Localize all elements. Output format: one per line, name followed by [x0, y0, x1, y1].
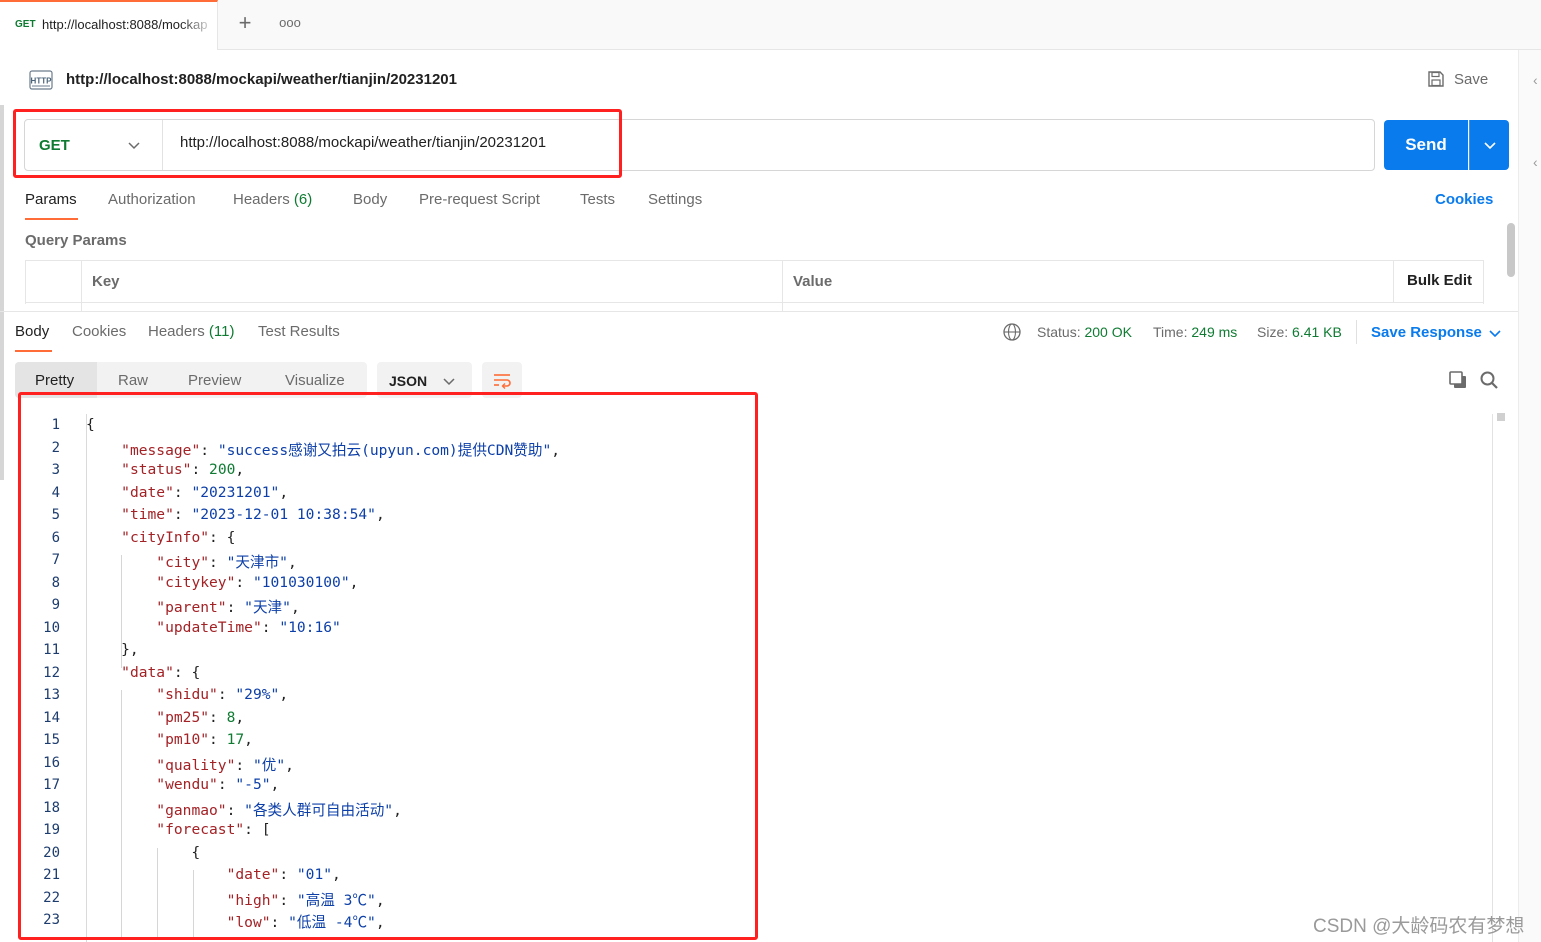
table-divider — [81, 261, 82, 311]
tab-headers-count: (6) — [293, 191, 313, 208]
response-tab-test-results[interactable]: Test Results — [258, 323, 340, 340]
time-label: Time: — [1153, 324, 1188, 340]
response-tab-cookies[interactable]: Cookies — [72, 323, 126, 340]
size-info: Size: 6.41 KB — [1257, 324, 1342, 340]
body-highlight-box — [18, 392, 758, 940]
table-row-divider — [25, 302, 1484, 303]
tab-authorization[interactable]: Authorization — [108, 191, 196, 208]
table-divider — [782, 261, 783, 311]
view-mode-preview[interactable]: Preview — [188, 372, 241, 389]
status-info: Status: 200 OK — [1037, 324, 1132, 340]
response-tab-headers-count: (11) — [208, 323, 235, 340]
left-panel-edge — [0, 105, 4, 480]
send-options-button[interactable] — [1469, 120, 1509, 170]
active-tab-underline — [25, 218, 78, 220]
response-tab-headers[interactable]: Headers (11) — [148, 323, 234, 340]
tab-strip — [0, 0, 1541, 50]
size-value: 6.41 KB — [1292, 324, 1342, 340]
right-sidebar-strip — [1518, 50, 1541, 942]
divider — [1356, 320, 1357, 344]
tab-headers[interactable]: Headers (6) — [233, 191, 312, 208]
request-name[interactable]: http://localhost:8088/mockapi/weather/ti… — [66, 71, 457, 88]
collapse-chevron-icon[interactable]: ‹ — [1533, 72, 1538, 88]
size-label: Size: — [1257, 324, 1289, 340]
active-tab-underline — [15, 350, 52, 352]
globe-icon[interactable] — [1002, 322, 1022, 342]
tab-params[interactable]: Params — [25, 191, 77, 208]
chevron-down-icon — [1484, 142, 1496, 150]
column-header-value: Value — [793, 273, 833, 290]
new-tab-plus-icon[interactable]: + — [234, 12, 256, 36]
tab-method-label: GET — [15, 19, 36, 30]
params-table — [25, 260, 1484, 304]
table-divider — [1393, 261, 1394, 303]
bulk-edit-button[interactable]: Bulk Edit — [1407, 272, 1472, 289]
save-icon — [1428, 71, 1444, 87]
time-value: 249 ms — [1191, 324, 1238, 340]
wrap-lines-icon — [494, 374, 511, 389]
query-params-title: Query Params — [25, 232, 127, 249]
panel-chevron-icon[interactable]: ‹ — [1533, 154, 1538, 170]
chevron-down-icon[interactable] — [442, 374, 456, 388]
search-icon[interactable] — [1479, 370, 1499, 390]
tab-pre-request-script[interactable]: Pre-request Script — [419, 191, 540, 208]
editor-scrollbar[interactable] — [1492, 414, 1493, 942]
view-mode-visualize[interactable]: Visualize — [285, 372, 345, 389]
tab-body[interactable]: Body — [353, 191, 387, 208]
format-label[interactable]: JSON — [389, 373, 427, 389]
tab-settings[interactable]: Settings — [648, 191, 702, 208]
view-mode-raw[interactable]: Raw — [118, 372, 148, 389]
send-button[interactable]: Send — [1384, 120, 1468, 170]
response-tab-headers-label: Headers — [148, 323, 205, 340]
more-tabs-icon[interactable]: ooo — [279, 15, 301, 33]
watermark: CSDN @大龄码农有梦想 — [1313, 916, 1525, 937]
cookies-link[interactable]: Cookies — [1435, 191, 1493, 208]
tab-title-fade — [180, 10, 216, 40]
request-scrollbar-thumb[interactable] — [1507, 223, 1515, 277]
status-value: 200 OK — [1084, 324, 1132, 340]
response-tab-body[interactable]: Body — [15, 323, 49, 340]
time-info: Time: 249 ms — [1153, 324, 1237, 340]
column-header-key: Key — [92, 273, 120, 290]
status-label: Status: — [1037, 324, 1081, 340]
save-label[interactable]: Save — [1454, 71, 1488, 88]
url-highlight-box — [13, 109, 622, 178]
svg-text:HTTP: HTTP — [31, 77, 53, 86]
editor-scrollbar-thumb[interactable] — [1497, 413, 1505, 421]
save-response-button[interactable]: Save Response — [1371, 324, 1482, 341]
tab-tests[interactable]: Tests — [580, 191, 615, 208]
copy-icon[interactable] — [1448, 370, 1468, 390]
http-icon: HTTP — [28, 68, 54, 92]
chevron-down-icon[interactable] — [1488, 326, 1502, 340]
view-mode-pretty[interactable]: Pretty — [35, 372, 74, 389]
tab-headers-label: Headers — [233, 191, 290, 208]
pane-divider[interactable] — [0, 311, 1518, 312]
